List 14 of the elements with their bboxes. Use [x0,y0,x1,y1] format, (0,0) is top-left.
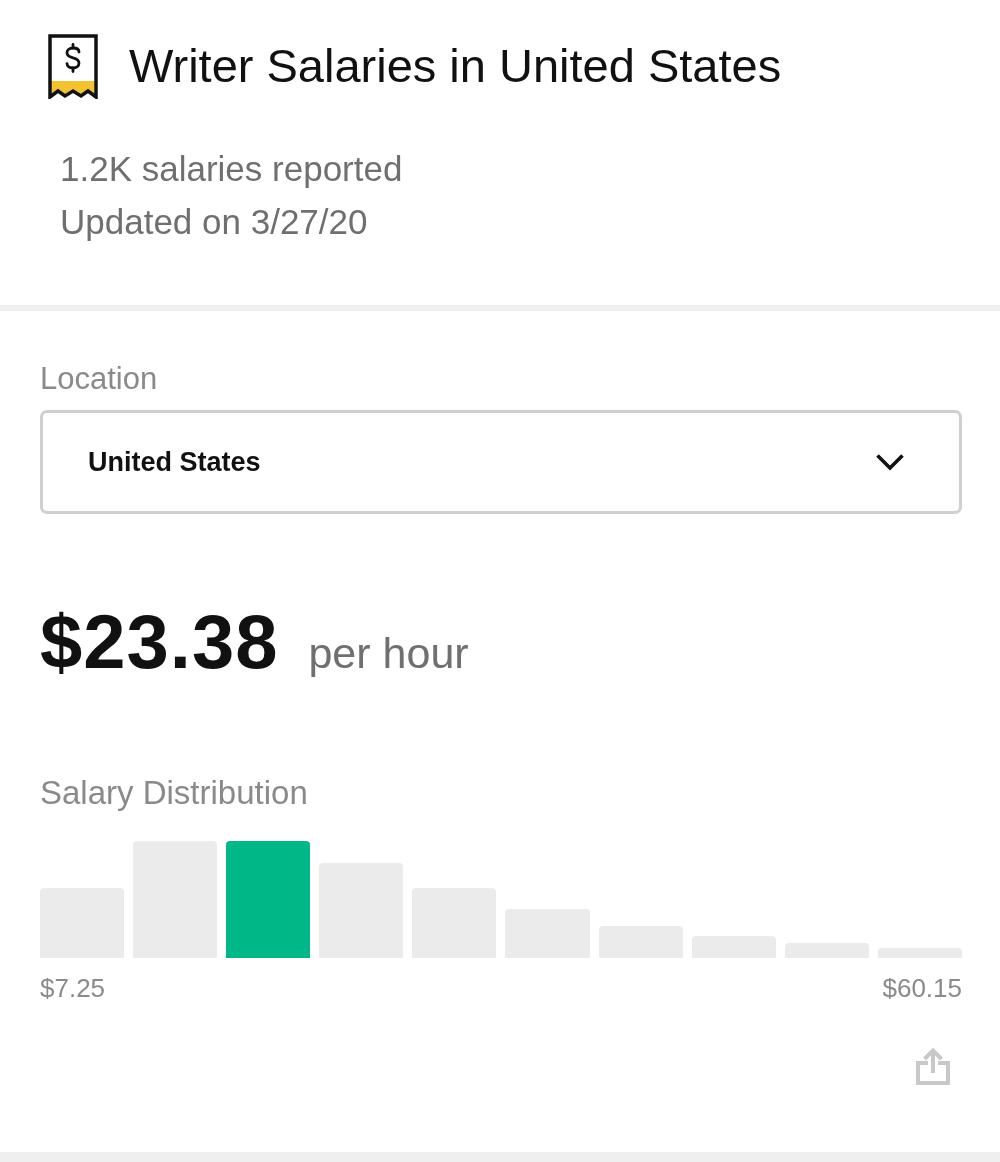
pay-period: per hour [308,628,469,679]
receipt-dollar-icon [48,33,98,99]
axis-min-label: $7.25 [40,973,106,1003]
axis-max-label: $60.15 [882,973,962,1003]
location-label: Location [40,360,158,398]
page-title: Writer Salaries in United States [129,38,782,94]
share-icon [916,1047,950,1085]
salaries-count: 1.2K salaries reported [60,148,403,190]
salary-amount: $23.38 [40,598,279,686]
distribution-title: Salary Distribution [40,773,308,813]
share-button[interactable] [916,1047,950,1085]
chevron-down-icon [875,453,905,471]
updated-date: Updated on 3/27/20 [60,201,368,243]
location-dropdown[interactable]: United States [40,410,962,514]
